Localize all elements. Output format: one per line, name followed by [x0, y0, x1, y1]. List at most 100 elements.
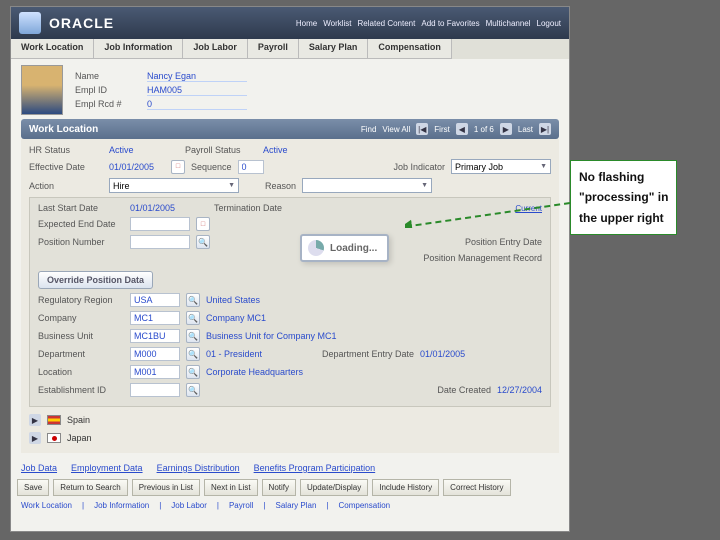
pos-label: Position Number: [38, 237, 124, 247]
viewall-link[interactable]: View All: [382, 125, 410, 134]
payroll-status-label: Payroll Status: [185, 145, 257, 155]
bu-desc: Business Unit for Company MC1: [206, 331, 337, 341]
hdr-home[interactable]: Home: [296, 19, 317, 28]
emp-name-value: Nancy Egan: [147, 71, 247, 82]
dept-input[interactable]: [130, 347, 180, 361]
hdr-related[interactable]: Related Content: [358, 19, 416, 28]
notify-button[interactable]: Notify: [262, 479, 296, 496]
ftab-pr[interactable]: Payroll: [229, 501, 253, 510]
ftab-sp[interactable]: Salary Plan: [276, 501, 317, 510]
footer-tabs: Work Location| Job Information| Job Labo…: [11, 498, 569, 513]
next-button[interactable]: ▶: [500, 123, 512, 135]
action-label: Action: [29, 181, 103, 191]
co-label: Company: [38, 313, 124, 323]
exp-end-calendar-icon[interactable]: □: [196, 217, 210, 231]
ftab-jl[interactable]: Job Labor: [171, 501, 207, 510]
tab-job-info[interactable]: Job Information: [94, 39, 183, 59]
spinner-icon: [308, 240, 324, 256]
logo-square: [19, 12, 41, 34]
main-tabs: Work Location Job Information Job Labor …: [11, 39, 569, 59]
app-window: ORACLE Home Worklist Related Content Add…: [10, 6, 570, 532]
link-earn-dist[interactable]: Earnings Distribution: [157, 463, 240, 473]
hdr-fav[interactable]: Add to Favorites: [421, 19, 479, 28]
bu-label: Business Unit: [38, 331, 124, 341]
bu-lookup-icon[interactable]: 🔍: [186, 329, 200, 343]
estab-lookup-icon[interactable]: 🔍: [186, 383, 200, 397]
header-links: Home Worklist Related Content Add to Fav…: [296, 19, 561, 28]
tab-compensation[interactable]: Compensation: [368, 39, 452, 59]
ftab-ji[interactable]: Job Information: [94, 501, 149, 510]
reg-label: Regulatory Region: [38, 295, 124, 305]
update-display-button[interactable]: Update/Display: [300, 479, 368, 496]
section-title: Work Location: [29, 124, 98, 135]
ftab-cp[interactable]: Compensation: [339, 501, 391, 510]
dept-entry-label: Department Entry Date: [322, 349, 414, 359]
loc-label: Location: [38, 367, 124, 377]
pos-lookup-icon[interactable]: 🔍: [196, 235, 210, 249]
employee-summary: Name Nancy Egan Empl ID HAM005 Empl Rcd …: [21, 65, 559, 115]
last-button[interactable]: ▶|: [539, 123, 551, 135]
override-position-button[interactable]: Override Position Data: [38, 271, 153, 289]
row-counter: 1 of 6: [474, 125, 494, 134]
section-controls: Find View All |◀ First ◀ 1 of 6 ▶ Last ▶…: [361, 123, 551, 135]
detail-panel: Last Start Date 01/01/2005 Termination D…: [29, 197, 551, 407]
flag-spain[interactable]: ▶ Spain: [29, 411, 551, 429]
co-desc: Company MC1: [206, 313, 266, 323]
link-benefits[interactable]: Benefits Program Participation: [254, 463, 376, 473]
dept-label: Department: [38, 349, 124, 359]
expand-jp-icon[interactable]: ▶: [29, 432, 41, 444]
link-job-data[interactable]: Job Data: [21, 463, 57, 473]
action-buttons: Save Return to Search Previous in List N…: [11, 477, 569, 498]
prev-list-button[interactable]: Previous in List: [132, 479, 200, 496]
payroll-status: Active: [263, 145, 288, 155]
loc-desc: Corporate Headquarters: [206, 367, 303, 377]
co-input[interactable]: [130, 311, 180, 325]
emp-rec-value: 0: [147, 99, 247, 110]
prev-button[interactable]: ◀: [456, 123, 468, 135]
tab-payroll[interactable]: Payroll: [248, 39, 299, 59]
ftab-wl[interactable]: Work Location: [21, 501, 72, 510]
hdr-worklist[interactable]: Worklist: [323, 19, 351, 28]
first-button[interactable]: |◀: [416, 123, 428, 135]
expand-es-icon[interactable]: ▶: [29, 414, 41, 426]
return-button[interactable]: Return to Search: [53, 479, 127, 496]
find-link[interactable]: Find: [361, 125, 377, 134]
emp-name-label: Name: [75, 71, 147, 82]
emp-id-value: HAM005: [147, 85, 247, 96]
link-emp-data[interactable]: Employment Data: [71, 463, 143, 473]
seq-input[interactable]: [238, 160, 264, 174]
annotation-callout: No flashing "processing" in the upper ri…: [570, 160, 677, 235]
hdr-logout[interactable]: Logout: [537, 19, 561, 28]
effdate-calendar-icon[interactable]: □: [171, 160, 185, 174]
loc-input[interactable]: [130, 365, 180, 379]
co-lookup-icon[interactable]: 🔍: [186, 311, 200, 325]
pos-input[interactable]: [130, 235, 190, 249]
exp-end-input[interactable]: [130, 217, 190, 231]
include-history-button[interactable]: Include History: [372, 479, 439, 496]
emp-rec-label: Empl Rcd #: [75, 99, 147, 110]
bu-input[interactable]: [130, 329, 180, 343]
tab-salary-plan[interactable]: Salary Plan: [299, 39, 369, 59]
country-flags: ▶ Spain ▶ Japan: [29, 411, 551, 447]
employee-photo: [21, 65, 63, 115]
loc-lookup-icon[interactable]: 🔍: [186, 365, 200, 379]
tab-work-location[interactable]: Work Location: [11, 39, 94, 59]
callout-arrow-icon: [405, 178, 573, 228]
last-start-label: Last Start Date: [38, 203, 124, 213]
action-select[interactable]: Hire▼: [109, 178, 239, 193]
hr-status: Active: [109, 145, 179, 155]
next-list-button[interactable]: Next in List: [204, 479, 258, 496]
estab-input[interactable]: [130, 383, 180, 397]
hdr-multi[interactable]: Multichannel: [486, 19, 531, 28]
reg-lookup-icon[interactable]: 🔍: [186, 293, 200, 307]
correct-history-button[interactable]: Correct History: [443, 479, 510, 496]
brand-text: ORACLE: [49, 15, 114, 31]
tab-job-labor[interactable]: Job Labor: [183, 39, 248, 59]
save-button[interactable]: Save: [17, 479, 49, 496]
reg-desc: United States: [206, 295, 260, 305]
flag-japan[interactable]: ▶ Japan: [29, 429, 551, 447]
page-content: Name Nancy Egan Empl ID HAM005 Empl Rcd …: [11, 59, 569, 459]
jobind-select[interactable]: Primary Job▼: [451, 159, 551, 174]
dept-lookup-icon[interactable]: 🔍: [186, 347, 200, 361]
reg-input[interactable]: [130, 293, 180, 307]
